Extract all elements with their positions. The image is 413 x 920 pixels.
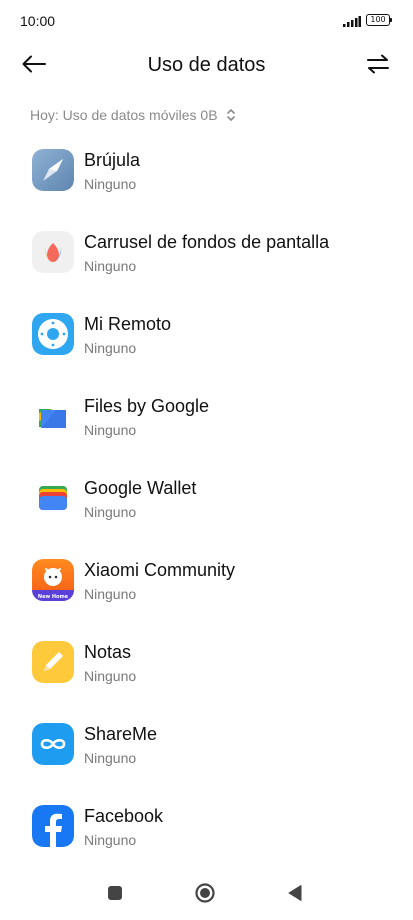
app-name: Facebook xyxy=(84,806,164,826)
app-name: Notas xyxy=(84,642,132,662)
app-name: Google Wallet xyxy=(84,478,197,498)
app-usage: Ninguno xyxy=(84,340,137,356)
chevron-up-down-icon xyxy=(226,108,236,122)
app-usage: Ninguno xyxy=(84,586,137,602)
page-title: Uso de datos xyxy=(147,54,266,76)
remote-icon xyxy=(32,313,74,355)
filter-label: Hoy: Uso de datos móviles 0B xyxy=(30,107,218,123)
list-item[interactable]: Google Wallet Ninguno xyxy=(0,471,413,531)
app-usage: Ninguno xyxy=(84,832,137,848)
app-name: Brújula xyxy=(84,150,141,170)
wallet-icon xyxy=(32,477,74,519)
app-name: Mi Remoto xyxy=(84,314,172,334)
wallpaper-carousel-icon xyxy=(32,231,74,273)
facebook-icon xyxy=(32,805,74,847)
app-usage: Ninguno xyxy=(84,668,137,684)
app-name: Files by Google xyxy=(84,396,210,416)
list-item[interactable]: New Home Xiaomi Community Ninguno xyxy=(0,553,413,613)
header: Uso de datos xyxy=(0,44,413,88)
list-item[interactable]: Mi Remoto Ninguno xyxy=(0,307,413,367)
list-item[interactable]: Carrusel de fondos de pantalla Ninguno xyxy=(0,225,413,285)
list-item[interactable]: Files by Google Ninguno xyxy=(0,389,413,449)
app-name: Carrusel de fondos de pantalla xyxy=(84,232,330,252)
list-item[interactable]: Brújula Ninguno xyxy=(0,143,413,203)
home-button[interactable] xyxy=(190,882,220,908)
navigation-bar xyxy=(0,870,413,920)
app-name: ShareMe xyxy=(84,724,158,744)
community-badge-text: New Home xyxy=(38,594,69,600)
app-usage: Ninguno xyxy=(84,504,137,520)
sort-button[interactable] xyxy=(360,50,396,82)
list-item[interactable]: Notas Ninguno xyxy=(0,635,413,695)
files-icon xyxy=(32,395,74,437)
compass-icon xyxy=(32,149,74,191)
status-bar: 10:00 100 xyxy=(0,0,413,40)
notes-icon xyxy=(32,641,74,683)
app-usage: Ninguno xyxy=(84,422,137,438)
circle-home-icon xyxy=(194,882,216,909)
data-usage-filter[interactable]: Hoy: Uso de datos móviles 0B xyxy=(30,107,236,123)
app-usage: Ninguno xyxy=(84,258,137,274)
battery-icon: 100 xyxy=(366,14,392,26)
triangle-back-icon xyxy=(287,884,303,907)
app-name: Xiaomi Community xyxy=(84,560,236,580)
list-item[interactable]: ShareMe Ninguno xyxy=(0,717,413,777)
back-nav-button[interactable] xyxy=(280,882,310,908)
recents-button[interactable] xyxy=(100,882,130,908)
square-icon xyxy=(107,885,123,906)
app-usage: Ninguno xyxy=(84,750,137,766)
shareme-icon xyxy=(32,723,74,765)
xiaomi-community-icon: New Home xyxy=(32,559,74,601)
app-usage: Ninguno xyxy=(84,176,137,192)
swap-arrows-icon xyxy=(366,54,390,79)
status-time: 10:00 xyxy=(20,13,56,29)
signal-bars-icon xyxy=(343,14,361,32)
list-item[interactable]: Facebook Ninguno xyxy=(0,799,413,859)
